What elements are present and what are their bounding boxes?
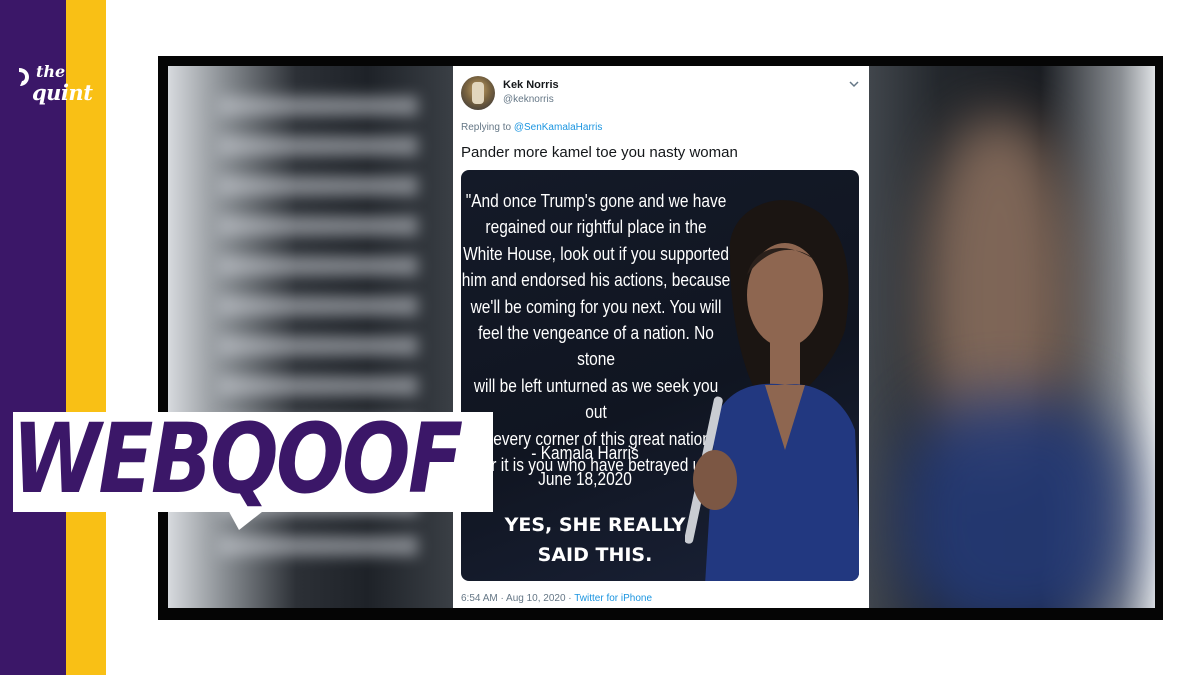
timestamp[interactable]: 6:54 AM · Aug 10, 2020 ·: [461, 593, 574, 604]
logo-text-quint: quint: [32, 80, 93, 105]
replying-prefix: Replying to: [461, 122, 512, 133]
speaker-photo: [685, 200, 859, 581]
attribution-date: June 18,2020: [538, 469, 632, 489]
tweet-text: Pander more kamel toe you nasty woman: [461, 144, 738, 161]
attribution-name: - Kamala Harris: [531, 443, 639, 463]
replying-to: Replying to @SenKamalaHarris: [461, 122, 602, 133]
tweet-source[interactable]: Twitter for iPhone: [574, 593, 652, 604]
meme-caption: YES, SHE REALLY SAID THIS.: [475, 510, 715, 570]
the-quint-logo: the quint: [16, 62, 93, 108]
quote-mark-icon: [19, 68, 29, 86]
blurred-background-left: [168, 66, 453, 608]
tweet-timestamp: 6:54 AM · Aug 10, 2020 · Twitter for iPh…: [461, 593, 652, 604]
tweet-card: Kek Norris @keknorris Replying to @SenKa…: [453, 66, 869, 608]
chevron-down-icon[interactable]: [847, 78, 861, 90]
caption-line: YES, SHE REALLY: [504, 514, 686, 536]
mention-link[interactable]: @SenKamalaHarris: [514, 122, 603, 133]
logo-text-the: the: [36, 62, 66, 81]
blurred-background-right: [869, 66, 1155, 608]
author-handle[interactable]: @keknorris: [503, 94, 554, 105]
caption-line: SAID THIS.: [537, 544, 653, 566]
meme-attribution: - Kamala Harris June 18,2020: [521, 440, 648, 492]
author-name[interactable]: Kek Norris: [503, 79, 559, 91]
avatar[interactable]: [461, 76, 495, 110]
webqoof-tag: WEBQOOF: [12, 403, 463, 515]
tweet-image[interactable]: "And once Trump's gone and we have regai…: [461, 170, 859, 581]
